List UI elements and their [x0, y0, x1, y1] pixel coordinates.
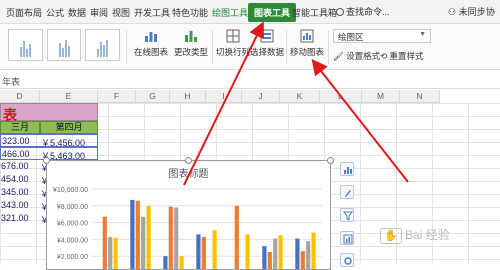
- annotation-arrows: [183, 21, 409, 186]
- annotation-arrow: [183, 21, 264, 186]
- annotation-arrow: [311, 58, 409, 183]
